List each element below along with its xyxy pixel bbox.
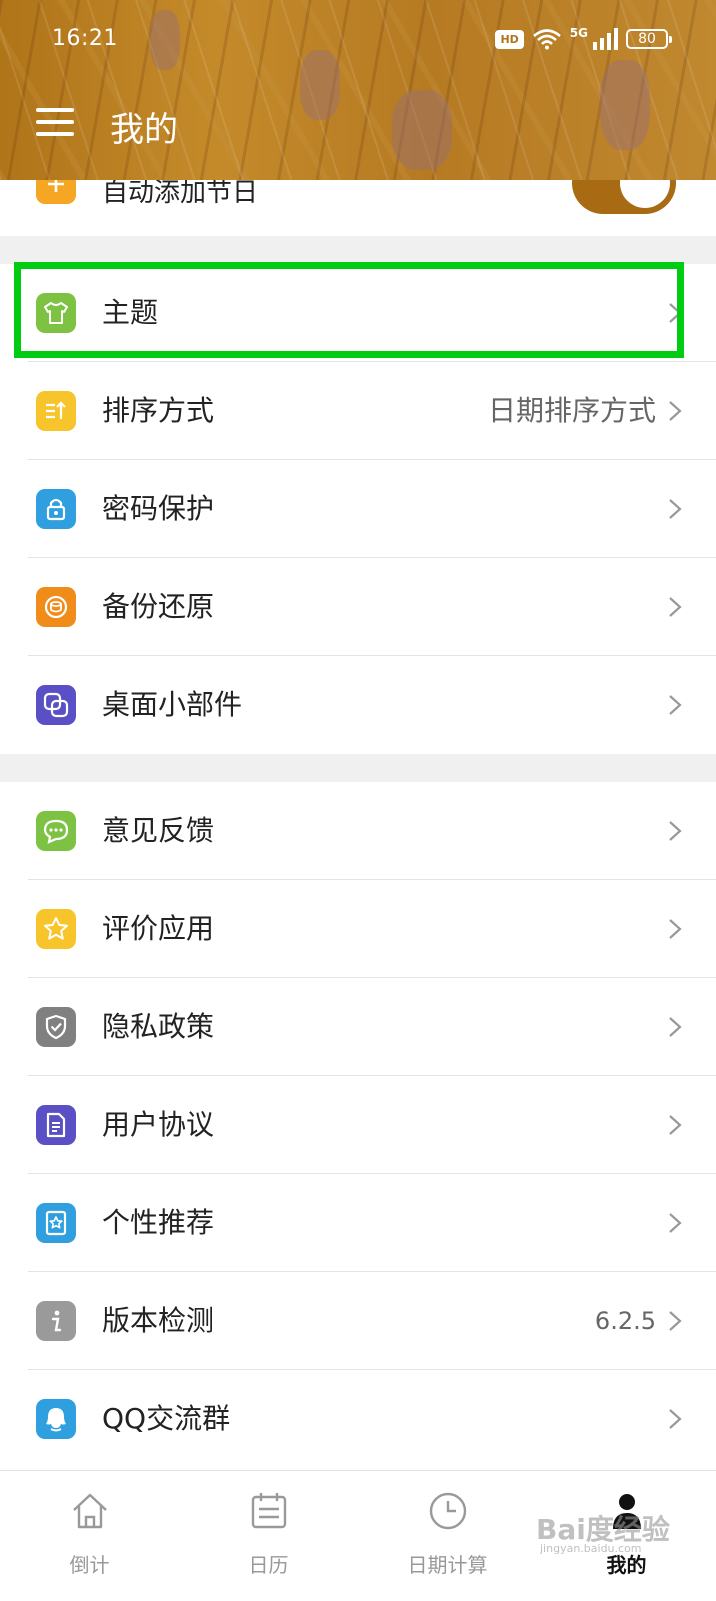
menu-item-label: QQ交流群 [102, 1402, 231, 1435]
background-pattern [150, 10, 180, 70]
menu-item-label: 用户协议 [102, 1108, 215, 1141]
chevron-right-icon [669, 1017, 682, 1037]
sort-order-value: 日期排序方式 [487, 394, 656, 427]
chat-icon [36, 811, 76, 851]
menu-item-feedback[interactable]: 意见反馈 [0, 782, 716, 880]
chevron-right-icon [669, 1213, 682, 1233]
status-time: 16:21 [52, 26, 118, 51]
header-bar: 16:21 HD 5G 80 我的 [0, 0, 716, 180]
tab-label: 日历 [248, 1553, 289, 1577]
network-type: 5G [569, 26, 588, 40]
status-icons: HD 5G 80 [495, 26, 672, 50]
tab-mine[interactable]: 我的 [537, 1471, 716, 1601]
settings-list: 自动添加节日 主题 排序方式 日期排序方式 密码保护 备份还原 桌面小部件 意见… [0, 180, 716, 1468]
badge-icon [36, 1203, 76, 1243]
chevron-right-icon [669, 499, 682, 519]
menu-item-label: 备份还原 [102, 590, 215, 623]
document-icon [36, 1105, 76, 1145]
clock-icon [429, 1492, 466, 1530]
background-pattern [600, 60, 650, 150]
home-icon [72, 1493, 107, 1529]
qq-icon [36, 1399, 76, 1439]
auto-add-holidays-row[interactable]: 自动添加节日 [0, 180, 716, 236]
chevron-right-icon [669, 1409, 682, 1429]
menu-item-desktop-widget[interactable]: 桌面小部件 [0, 656, 716, 754]
section-divider [0, 754, 716, 782]
menu-item-label: 排序方式 [102, 394, 215, 427]
chevron-right-icon [669, 919, 682, 939]
menu-item-label: 隐私政策 [102, 1010, 215, 1043]
tab-countdown[interactable]: 倒计 [0, 1471, 179, 1601]
page-title: 我的 [110, 110, 178, 150]
menu-item-label: 意见反馈 [102, 814, 215, 847]
background-pattern [392, 90, 452, 170]
menu-item-label: 个性推荐 [102, 1206, 215, 1239]
auto-add-holidays-toggle[interactable] [572, 180, 676, 214]
hamburger-menu-icon[interactable] [36, 108, 74, 140]
section-divider [0, 236, 716, 264]
info-icon [36, 1301, 76, 1341]
chevron-right-icon [669, 1115, 682, 1135]
tab-label: 我的 [606, 1553, 647, 1577]
chevron-right-icon [669, 821, 682, 841]
bottom-tab-bar: 倒计 日历 日期计算 我的 [0, 1470, 716, 1600]
menu-item-label: 评价应用 [102, 912, 215, 945]
profile-icon [612, 1494, 641, 1529]
battery-icon: 80 [626, 29, 672, 49]
menu-item-password-protection[interactable]: 密码保护 [0, 460, 716, 558]
menu-item-rate-app[interactable]: 评价应用 [0, 880, 716, 978]
chevron-right-icon [669, 597, 682, 617]
menu-item-sort-order[interactable]: 排序方式 日期排序方式 [0, 362, 716, 460]
tab-date-calculation[interactable]: 日期计算 [358, 1471, 537, 1601]
menu-item-theme[interactable]: 主题 [0, 264, 716, 362]
menu-item-label: 版本检测 [102, 1304, 215, 1337]
auto-add-holidays-label: 自动添加节日 [102, 180, 259, 208]
chevron-right-icon [669, 695, 682, 715]
version-number: 6.2.5 [594, 1307, 656, 1335]
chevron-right-icon [669, 303, 682, 323]
menu-item-label: 主题 [102, 296, 159, 329]
tab-label: 倒计 [69, 1553, 110, 1577]
chevron-right-icon [669, 401, 682, 421]
menu-item-label: 密码保护 [102, 492, 215, 525]
backup-icon [36, 587, 76, 627]
shield-icon [36, 1007, 76, 1047]
menu-item-label: 桌面小部件 [102, 688, 243, 721]
signal-icon [593, 28, 618, 50]
chevron-right-icon [669, 1311, 682, 1331]
menu-item-user-agreement[interactable]: 用户协议 [0, 1076, 716, 1174]
tab-label: 日期计算 [407, 1553, 488, 1577]
star-icon [36, 909, 76, 949]
menu-item-backup-restore[interactable]: 备份还原 [0, 558, 716, 656]
tab-calendar[interactable]: 日历 [179, 1471, 358, 1601]
menu-item-privacy-policy[interactable]: 隐私政策 [0, 978, 716, 1076]
toggle-knob [620, 180, 670, 208]
background-pattern [300, 50, 340, 120]
lock-icon [36, 489, 76, 529]
calendar-icon [251, 1493, 286, 1529]
menu-item-version-check[interactable]: 版本检测 6.2.5 [0, 1272, 716, 1370]
tshirt-icon [36, 293, 76, 333]
menu-item-qq-group[interactable]: QQ交流群 [0, 1370, 716, 1468]
wifi-icon [532, 29, 561, 50]
plus-icon [36, 180, 76, 204]
hd-badge: HD [495, 29, 524, 49]
menu-item-personal-recommendation[interactable]: 个性推荐 [0, 1174, 716, 1272]
widget-icon [36, 685, 76, 725]
sort-icon [36, 391, 76, 431]
